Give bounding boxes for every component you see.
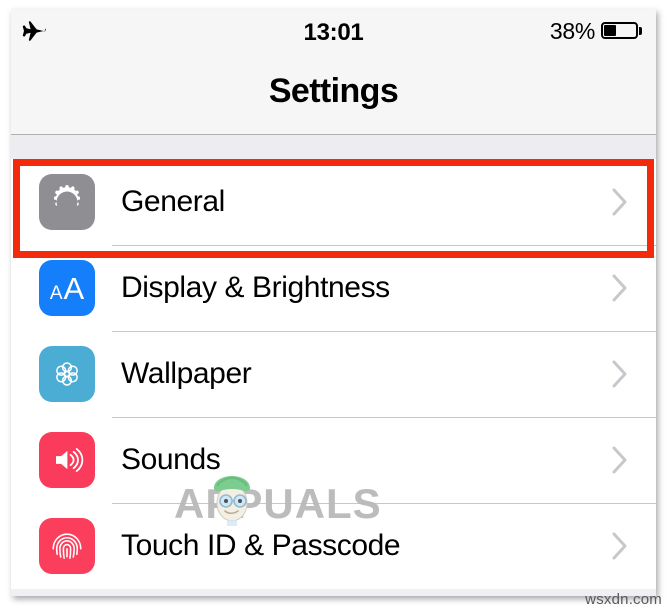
chevron-right-icon bbox=[612, 532, 628, 560]
settings-row-touch-id-passcode[interactable]: Touch ID & Passcode bbox=[11, 503, 656, 589]
settings-list-group: General AA Display & Brightness Wallpape… bbox=[11, 159, 656, 589]
settings-row-display-brightness[interactable]: AA Display & Brightness bbox=[11, 245, 656, 331]
battery-fill bbox=[604, 25, 616, 36]
settings-row-label: Wallpaper bbox=[121, 357, 252, 390]
battery-nub bbox=[639, 27, 642, 35]
battery-icon bbox=[601, 22, 642, 41]
status-bar: 13:01 38% bbox=[11, 9, 656, 56]
screenshot-canvas: 13:01 38% Settings General A A Display &… bbox=[0, 0, 667, 613]
settings-row-label: Display & Brightness bbox=[121, 271, 390, 304]
phone-screen: 13:01 38% Settings General A A Display &… bbox=[11, 9, 656, 596]
chevron-right-icon bbox=[612, 274, 628, 302]
chevron-right-icon bbox=[612, 360, 628, 388]
aa-glyphs: AA bbox=[50, 273, 84, 304]
chevron-right-icon bbox=[612, 446, 628, 474]
fingerprint-icon bbox=[39, 518, 95, 574]
battery-percent-label: 38% bbox=[549, 18, 595, 44]
settings-row-label: Touch ID & Passcode bbox=[121, 529, 401, 562]
speaker-volume-icon bbox=[39, 432, 95, 488]
gear-icon bbox=[39, 174, 95, 230]
list-group-spacer bbox=[11, 135, 656, 159]
navigation-bar: Settings bbox=[11, 56, 656, 135]
settings-row-wallpaper[interactable]: Wallpaper bbox=[11, 331, 656, 417]
settings-list-area: General AA Display & Brightness Wallpape… bbox=[11, 135, 656, 596]
chevron-right-icon bbox=[612, 188, 628, 216]
aa-big-glyph: A bbox=[63, 270, 85, 306]
settings-row-label: General bbox=[121, 185, 225, 218]
page-title: Settings bbox=[268, 72, 399, 110]
text-size-aa-icon: AA bbox=[39, 260, 95, 316]
settings-row-sounds[interactable]: Sounds bbox=[11, 417, 656, 503]
flower-pattern-icon bbox=[39, 346, 95, 402]
settings-row-label: Sounds bbox=[121, 443, 221, 476]
aa-small-glyph: A bbox=[49, 282, 63, 304]
source-site-credit: wsxdn.com bbox=[585, 591, 662, 608]
status-bar-right-cluster: 38% bbox=[550, 20, 642, 43]
settings-row-general[interactable]: General bbox=[11, 159, 656, 258]
